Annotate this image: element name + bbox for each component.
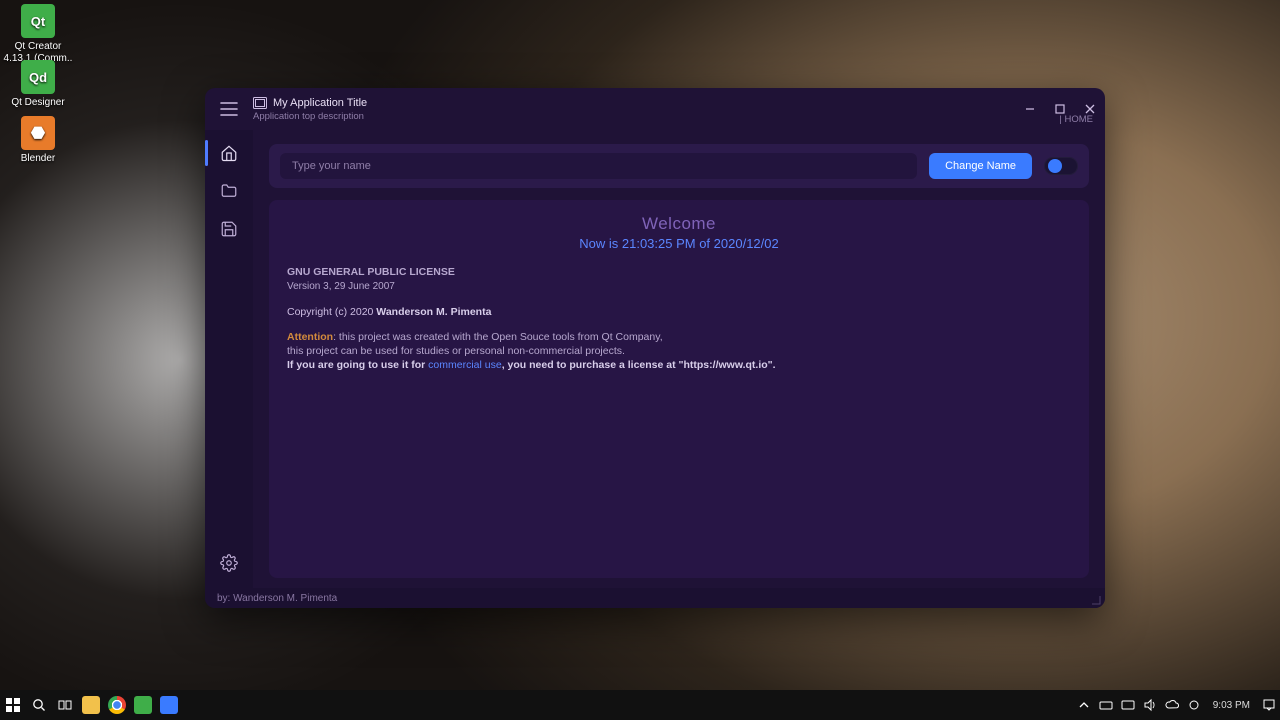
now-time: 21:03:25 PM of 2020/12/02 — [622, 236, 779, 251]
app-description: Application top description — [253, 111, 367, 122]
desktop-icon-qtcreator[interactable]: Qt Qt Creator 4.13.1 (Comm.. — [3, 4, 73, 65]
taskbar-clock[interactable]: 9:03 PM — [1205, 700, 1258, 711]
tray-app-icon — [1187, 698, 1201, 712]
title-wrap: My Application Title Application top des… — [253, 92, 367, 127]
qtdesigner-icon: Qd — [21, 60, 55, 94]
notification-icon — [1262, 698, 1276, 712]
tray-keyboard[interactable] — [1095, 690, 1117, 720]
sidebar-item-save[interactable] — [205, 210, 253, 248]
chevron-up-icon — [1077, 698, 1091, 712]
tray-network[interactable] — [1117, 690, 1139, 720]
taskbar-app-chrome[interactable] — [104, 690, 130, 720]
taskbar-app-running[interactable] — [156, 690, 182, 720]
search-button[interactable] — [26, 690, 52, 720]
minimize-icon — [1024, 103, 1036, 115]
license-version: Version 3, 29 June 2007 — [287, 281, 395, 292]
hamburger-icon — [220, 102, 238, 116]
footer: by: Wanderson M. Pimenta — [205, 588, 1105, 608]
start-button[interactable] — [0, 690, 26, 720]
sidebar — [205, 130, 253, 588]
sidebar-item-open[interactable] — [205, 172, 253, 210]
name-input[interactable] — [280, 153, 917, 179]
minimize-button[interactable] — [1015, 95, 1045, 123]
main-area: Change Name Welcome Now is 21:03:25 PM o… — [253, 130, 1105, 588]
taskbar-app-qt[interactable] — [130, 690, 156, 720]
taskbar: 9:03 PM — [0, 690, 1280, 720]
running-app-icon — [160, 696, 178, 714]
desktop-icon-blender[interactable]: ⬣ Blender — [3, 116, 73, 165]
notification-button[interactable] — [1258, 690, 1280, 720]
qtcreator-icon: Qt — [21, 4, 55, 38]
taskbar-app-explorer[interactable] — [78, 690, 104, 720]
app-window: My Application Title Application top des… — [205, 88, 1105, 608]
titlebar[interactable]: My Application Title Application top des… — [205, 88, 1105, 130]
gear-icon — [220, 554, 238, 572]
qt-icon — [134, 696, 152, 714]
sidebar-item-settings[interactable] — [205, 544, 253, 582]
network-icon — [1121, 698, 1135, 712]
copyright-line: Copyright (c) 2020 Wanderson M. Pimenta — [287, 306, 1071, 318]
chrome-icon — [108, 696, 126, 714]
now-prefix: Now is — [579, 236, 622, 251]
tray-onedrive[interactable] — [1161, 690, 1183, 720]
tray-expand-button[interactable] — [1073, 690, 1095, 720]
attention-paragraph: Attention: this project was created with… — [287, 330, 1071, 372]
tray-app[interactable] — [1183, 690, 1205, 720]
toggle-knob — [1048, 159, 1062, 173]
content-panel: Welcome Now is 21:03:25 PM of 2020/12/02… — [269, 200, 1089, 578]
app-icon — [253, 97, 267, 109]
resize-grip-icon[interactable] — [1091, 595, 1101, 605]
folder-icon — [220, 182, 238, 200]
tray-volume[interactable] — [1139, 690, 1161, 720]
menu-button[interactable] — [205, 88, 253, 130]
volume-icon — [1143, 698, 1157, 712]
home-icon — [220, 144, 238, 162]
sidebar-item-home[interactable] — [205, 134, 253, 172]
desktop-icon-label: Blender — [3, 153, 73, 165]
app-title: My Application Title — [273, 97, 367, 109]
now-line: Now is 21:03:25 PM of 2020/12/02 — [287, 236, 1071, 251]
change-name-button[interactable]: Change Name — [929, 153, 1032, 179]
search-icon — [32, 698, 46, 712]
keyboard-icon — [1099, 698, 1113, 712]
taskview-icon — [58, 698, 72, 712]
windows-icon — [6, 698, 20, 712]
theme-toggle[interactable] — [1044, 157, 1078, 175]
input-row: Change Name — [269, 144, 1089, 188]
taskview-button[interactable] — [52, 690, 78, 720]
cloud-icon — [1165, 698, 1179, 712]
footer-credit: by: Wanderson M. Pimenta — [217, 593, 337, 604]
attention-label: Attention — [287, 331, 333, 343]
welcome-heading: Welcome — [287, 214, 1071, 234]
license-title: GNU GENERAL PUBLIC LICENSE Version 3, 29… — [287, 265, 1071, 294]
desktop-icon-label: Qt Designer — [3, 97, 73, 109]
desktop-icon-qtdesigner[interactable]: Qd Qt Designer — [3, 60, 73, 109]
breadcrumb: | HOME — [1059, 114, 1093, 125]
commercial-use-link[interactable]: commercial use — [428, 359, 502, 371]
blender-icon: ⬣ — [21, 116, 55, 150]
explorer-icon — [82, 696, 100, 714]
save-icon — [220, 220, 238, 238]
desktop: Qt Qt Creator 4.13.1 (Comm.. Qd Qt Desig… — [0, 0, 1280, 720]
